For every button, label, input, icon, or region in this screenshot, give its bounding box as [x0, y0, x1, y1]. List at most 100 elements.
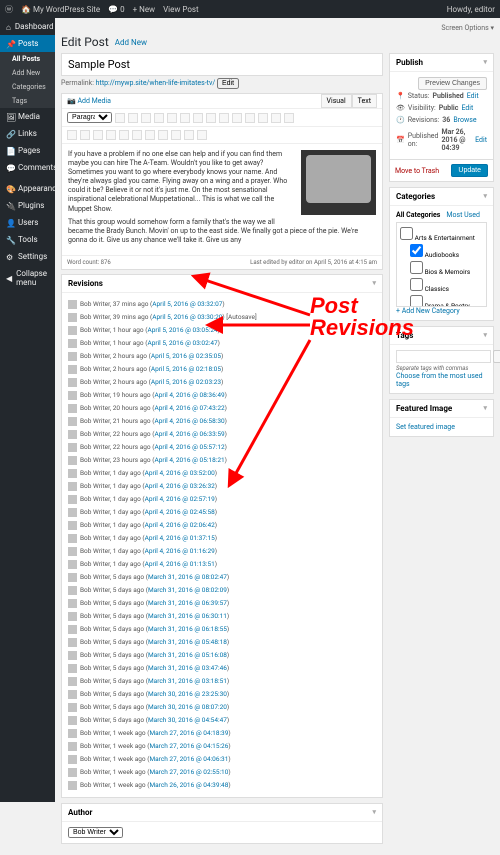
revision-link[interactable]: April 4, 2016 @ 02:57:19 — [145, 495, 215, 503]
underline-button[interactable] — [67, 130, 77, 140]
sidebar-item-tools[interactable]: 🔧Tools — [0, 231, 55, 248]
edit-date-link[interactable]: Edit — [475, 136, 487, 144]
revision-link[interactable]: March 27, 2016 @ 02:55:10 — [149, 768, 228, 776]
revision-link[interactable]: April 4, 2016 @ 05:57:12 — [154, 443, 224, 451]
format-select[interactable]: Paragraph — [67, 112, 112, 123]
tab-most-used[interactable]: Most Used — [446, 211, 480, 219]
sidebar-item-pages[interactable]: 📄Pages — [0, 142, 55, 159]
revision-link[interactable]: March 31, 2016 @ 08:02:09 — [148, 586, 227, 594]
revision-link[interactable]: April 5, 2016 @ 03:02:47 — [147, 339, 217, 347]
ul-button[interactable] — [154, 113, 164, 123]
publish-heading[interactable]: Publish — [390, 54, 493, 72]
sidebar-sub-categories[interactable]: Categories — [0, 80, 55, 94]
revision-link[interactable]: April 4, 2016 @ 01:16:29 — [145, 547, 215, 555]
revision-link[interactable]: March 31, 2016 @ 05:48:18 — [148, 638, 227, 646]
revision-link[interactable]: April 4, 2016 @ 06:33:59 — [154, 430, 224, 438]
category-checkbox[interactable]: Arts & Entertainment — [400, 226, 483, 243]
char-button[interactable] — [132, 130, 142, 140]
add-category-link[interactable]: + Add New Category — [396, 307, 460, 315]
revision-link[interactable]: April 4, 2016 @ 02:45:58 — [145, 508, 215, 516]
sidebar-item-media[interactable]: 🖼Media — [0, 108, 55, 125]
quote-button[interactable] — [180, 113, 190, 123]
color-button[interactable] — [93, 130, 103, 140]
revision-link[interactable]: March 26, 2016 @ 04:39:48 — [149, 781, 228, 789]
edit-status-link[interactable]: Edit — [467, 92, 479, 100]
sidebar-item-links[interactable]: 🔗Links — [0, 125, 55, 142]
revision-link[interactable]: April 5, 2016 @ 02:35:05 — [151, 352, 221, 360]
sidebar-sub-tags[interactable]: Tags — [0, 94, 55, 108]
revision-link[interactable]: March 31, 2016 @ 03:47:46 — [148, 664, 227, 672]
browse-rev-link[interactable]: Browse — [453, 116, 476, 124]
move-trash-link[interactable]: Move to Trash — [395, 167, 439, 175]
revision-link[interactable]: April 4, 2016 @ 05:18:21 — [154, 456, 224, 464]
category-checkbox[interactable]: Classics — [400, 277, 483, 294]
strike-button[interactable] — [141, 113, 151, 123]
revision-link[interactable]: April 4, 2016 @ 06:58:30 — [154, 417, 224, 425]
toggle-button[interactable] — [284, 113, 294, 123]
revision-link[interactable]: April 4, 2016 @ 07:43:22 — [154, 404, 224, 412]
featured-heading[interactable]: Featured Image — [390, 400, 493, 418]
tab-all-categories[interactable]: All Categories — [396, 211, 440, 219]
bold-button[interactable] — [115, 113, 125, 123]
sidebar-item-comments[interactable]: 💬Comments — [0, 159, 55, 176]
italic-button[interactable] — [128, 113, 138, 123]
post-title-input[interactable]: Sample Post — [61, 53, 383, 76]
add-tag-button[interactable]: Add — [493, 350, 500, 363]
permalink-url[interactable]: http://mywp.site/when-life-imitates-tv/ — [96, 79, 216, 87]
site-link[interactable]: 🏠 My WordPress Site — [21, 5, 100, 14]
clear-button[interactable] — [119, 130, 129, 140]
revision-link[interactable]: April 4, 2016 @ 02:06:42 — [145, 521, 215, 529]
revision-link[interactable]: March 31, 2016 @ 03:18:51 — [148, 677, 227, 685]
view-post-link[interactable]: View Post — [163, 5, 199, 14]
new-link[interactable]: + New — [133, 5, 156, 14]
revision-link[interactable]: March 31, 2016 @ 05:16:08 — [148, 651, 227, 659]
wp-logo-icon[interactable]: ⓦ — [5, 4, 13, 15]
revision-link[interactable]: March 30, 2016 @ 23:25:30 — [148, 690, 227, 698]
comments-link[interactable]: 💬 0 — [108, 5, 124, 14]
tags-heading[interactable]: Tags — [390, 327, 493, 345]
revision-link[interactable]: April 4, 2016 @ 01:37:15 — [145, 534, 215, 542]
help-button[interactable] — [197, 130, 207, 140]
link-button[interactable] — [245, 113, 255, 123]
sidebar-item-appearance[interactable]: 🎨Appearance — [0, 180, 55, 197]
sidebar-item-settings[interactable]: ⚙Settings — [0, 248, 55, 265]
unlink-button[interactable] — [258, 113, 268, 123]
revision-link[interactable]: April 5, 2016 @ 02:18:05 — [151, 365, 221, 373]
outdent-button[interactable] — [145, 130, 155, 140]
tags-input[interactable] — [396, 350, 491, 363]
alignright-button[interactable] — [232, 113, 242, 123]
add-new-link[interactable]: Add New — [115, 38, 147, 47]
undo-button[interactable] — [171, 130, 181, 140]
revision-link[interactable]: March 27, 2016 @ 04:15:26 — [149, 742, 228, 750]
screen-options-tab[interactable]: Screen Options ▾ — [61, 24, 494, 32]
choose-tags-link[interactable]: Choose from the most used tags — [396, 372, 483, 388]
category-checkbox[interactable]: Bios & Memoirs — [400, 260, 483, 277]
revision-link[interactable]: April 5, 2016 @ 03:32:07 — [152, 300, 222, 308]
add-media-button[interactable]: 📷 Add Media — [67, 97, 111, 105]
tab-text[interactable]: Text — [352, 94, 377, 108]
hr-button[interactable] — [193, 113, 203, 123]
revision-link[interactable]: March 31, 2016 @ 06:39:57 — [148, 599, 227, 607]
revision-link[interactable]: March 31, 2016 @ 06:30:11 — [148, 612, 227, 620]
embedded-image[interactable] — [301, 150, 376, 215]
redo-button[interactable] — [184, 130, 194, 140]
sidebar-item-collapse[interactable]: ◀Collapse menu — [0, 265, 55, 291]
revision-link[interactable]: April 4, 2016 @ 03:52:00 — [145, 469, 215, 477]
revision-link[interactable]: April 4, 2016 @ 01:13:51 — [145, 560, 215, 568]
revisions-heading[interactable]: Revisions — [62, 275, 382, 293]
alignleft-button[interactable] — [206, 113, 216, 123]
sidebar-item-posts[interactable]: 📌Posts — [0, 35, 55, 52]
sidebar-item-plugins[interactable]: 🔌Plugins — [0, 197, 55, 214]
editor-body[interactable]: If you have a problem if no one else can… — [62, 144, 382, 255]
preview-button[interactable]: Preview Changes — [418, 77, 487, 90]
edit-vis-link[interactable]: Edit — [461, 104, 473, 112]
author-heading[interactable]: Author — [62, 804, 382, 822]
revision-link[interactable]: April 5, 2016 @ 03:30:20 — [152, 313, 222, 321]
justify-button[interactable] — [80, 130, 90, 140]
category-checkbox[interactable]: Drama & Poetry — [400, 294, 483, 307]
aligncenter-button[interactable] — [219, 113, 229, 123]
revision-link[interactable]: March 30, 2016 @ 08:07:20 — [148, 703, 227, 711]
tab-visual[interactable]: Visual — [321, 94, 352, 108]
revision-link[interactable]: March 27, 2016 @ 04:18:39 — [149, 729, 228, 737]
howdy-link[interactable]: Howdy, editor — [447, 5, 495, 14]
